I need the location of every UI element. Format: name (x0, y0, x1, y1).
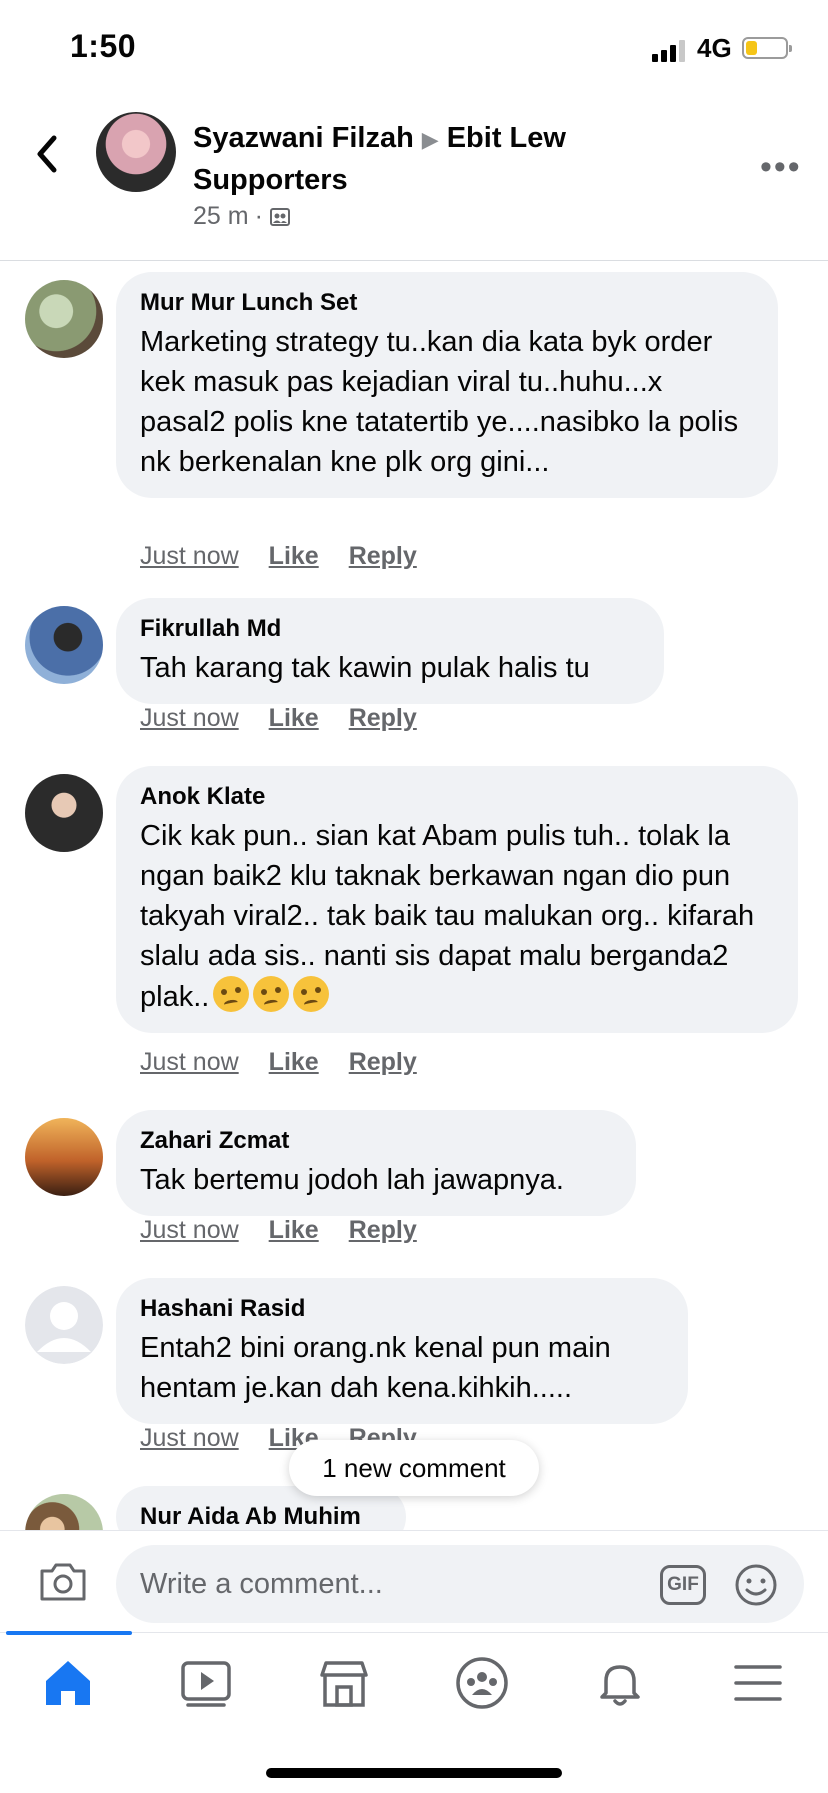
comment-actions: Just now Like Reply (140, 1048, 447, 1077)
post-header: Syazwani Filzah ▶ Ebit Lew Supporters 25 m… (0, 100, 828, 261)
comment-bubble: Hashani Rasid Entah2 bini orang.nk kenal… (116, 1278, 688, 1424)
comment-actions: Just now Like Reply (140, 1216, 447, 1245)
comment-author[interactable]: Anok Klate (140, 782, 774, 812)
comment-text: Tah karang tak kawin pulak halis tu (140, 652, 590, 684)
post-time[interactable]: 25 m (193, 202, 249, 230)
comment-bubble: Zahari Zcmat Tak bertemu jodoh lah jawap… (116, 1110, 636, 1216)
like-button[interactable]: Like (269, 1048, 319, 1076)
comment-composer: Write a comment... GIF (0, 1530, 828, 1631)
new-comment-pill[interactable]: 1 new comment (289, 1440, 539, 1496)
home-icon[interactable] (38, 1655, 98, 1711)
home-indicator (266, 1768, 562, 1778)
comment-text: Tak bertemu jodoh lah jawapnya. (140, 1164, 564, 1196)
avatar[interactable] (25, 1118, 103, 1196)
comment-bubble: Fikrullah Md Tah karang tak kawin pulak … (116, 598, 664, 704)
avatar[interactable] (25, 606, 103, 684)
reply-button[interactable]: Reply (349, 1216, 417, 1244)
menu-icon[interactable] (728, 1655, 788, 1711)
comment-list: Mur Mur Lunch Set Marketing strategy tu.… (0, 262, 828, 1530)
comment-author[interactable]: Mur Mur Lunch Set (140, 288, 754, 318)
network-type: 4G (697, 33, 732, 63)
more-dots-icon[interactable]: ••• (760, 148, 802, 187)
comment-time[interactable]: Just now (140, 1424, 239, 1452)
woozy-face-emoji (253, 976, 290, 1012)
comment-bubble: Anok Klate Cik kak pun.. sian kat Abam p… (116, 766, 798, 1033)
status-bar: 1:50 4G (0, 0, 828, 100)
status-time: 1:50 (70, 28, 137, 64)
comment-time[interactable]: Just now (140, 704, 239, 732)
marketplace-icon[interactable] (314, 1655, 374, 1711)
avatar[interactable] (25, 280, 103, 358)
reply-button[interactable]: Reply (349, 1048, 417, 1076)
triangle-right-icon: ▶ (421, 127, 439, 152)
comment-text: Cik kak pun.. sian kat Abam pulis tuh.. … (140, 820, 755, 1013)
poster-avatar[interactable] (96, 112, 176, 192)
comment-author[interactable]: Zahari Zcmat (140, 1126, 612, 1156)
woozy-face-emoji (293, 976, 330, 1012)
group-icon (269, 208, 290, 226)
reply-button[interactable]: Reply (349, 542, 417, 570)
watch-icon[interactable] (176, 1655, 236, 1711)
comment-text: Entah2 bini orang.nk kenal pun main hent… (140, 1332, 611, 1404)
comment-bubble: Mur Mur Lunch Set Marketing strategy tu.… (116, 272, 778, 498)
comment-actions: Just now Like Reply (140, 704, 447, 733)
active-tab-indicator (6, 1631, 132, 1635)
reply-button[interactable]: Reply (349, 704, 417, 732)
comment-time[interactable]: Just now (140, 542, 239, 570)
like-button[interactable]: Like (269, 704, 319, 732)
gif-button[interactable]: GIF (660, 1565, 706, 1605)
emoji-icon[interactable] (734, 1563, 778, 1607)
default-avatar-icon[interactable] (25, 1286, 103, 1364)
chevron-left-icon[interactable] (32, 134, 62, 174)
groups-icon[interactable] (452, 1655, 512, 1711)
signal-icon (652, 40, 686, 62)
post-meta: 25 m · (193, 202, 291, 231)
woozy-face-emoji (213, 976, 250, 1012)
comment-text: Marketing strategy tu..kan dia kata byk … (140, 326, 739, 478)
avatar[interactable] (25, 1494, 103, 1530)
avatar[interactable] (25, 774, 103, 852)
comment-time[interactable]: Just now (140, 1048, 239, 1076)
comment-author[interactable]: Nur Aida Ab Muhim (140, 1502, 382, 1530)
poster-name[interactable]: Syazwani Filzah (193, 122, 414, 154)
comment-author[interactable]: Hashani Rasid (140, 1294, 664, 1324)
comment-time[interactable]: Just now (140, 1216, 239, 1244)
post-title[interactable]: Syazwani Filzah ▶ Ebit Lew Supporters (193, 118, 653, 200)
like-button[interactable]: Like (269, 542, 319, 570)
like-button[interactable]: Like (269, 1216, 319, 1244)
comment-author[interactable]: Fikrullah Md (140, 614, 640, 644)
battery-icon (742, 37, 792, 59)
comment-actions: Just now Like Reply (140, 542, 447, 571)
notifications-icon[interactable] (590, 1655, 650, 1711)
camera-icon[interactable] (38, 1561, 88, 1603)
